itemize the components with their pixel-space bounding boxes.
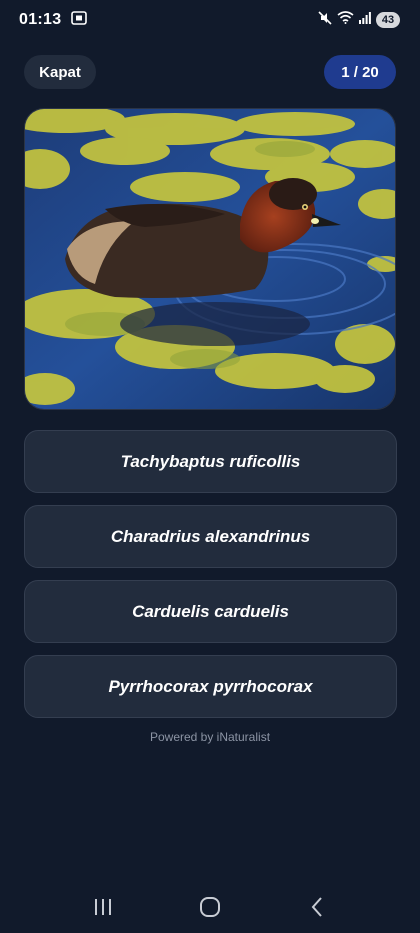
powered-by-text: Powered by iNaturalist [149, 730, 271, 744]
status-bar: 01:13 43 [0, 0, 420, 40]
bird-photo-illustration [25, 109, 395, 409]
mute-icon [318, 10, 332, 30]
home-icon[interactable] [190, 887, 230, 927]
answer-list: Tachybaptus ruficollis Charadrius alexan… [24, 430, 397, 730]
answer-option-1[interactable]: Tachybaptus ruficollis [24, 430, 397, 493]
wifi-icon [337, 11, 354, 29]
recent-apps-icon[interactable] [83, 887, 123, 927]
status-time: 01:13 [19, 11, 62, 28]
close-button[interactable]: Kapat [24, 55, 96, 89]
status-right: 43 [318, 10, 400, 30]
battery-badge: 43 [376, 12, 400, 28]
app-screen: 01:13 43 Kapat 1 / 20 Tachybaptus rufico… [0, 0, 420, 933]
signal-icon [359, 11, 371, 29]
status-left: 01:13 [19, 10, 88, 30]
screenshot-icon [71, 10, 88, 30]
answer-option-2[interactable]: Charadrius alexandrinus [24, 505, 397, 568]
system-nav-bar [0, 880, 420, 933]
back-icon[interactable] [297, 887, 337, 927]
progress-indicator: 1 / 20 [324, 55, 396, 89]
answer-option-4[interactable]: Pyrrhocorax pyrrhocorax [24, 655, 397, 718]
bird-photo [24, 108, 396, 410]
answer-option-3[interactable]: Carduelis carduelis [24, 580, 397, 643]
